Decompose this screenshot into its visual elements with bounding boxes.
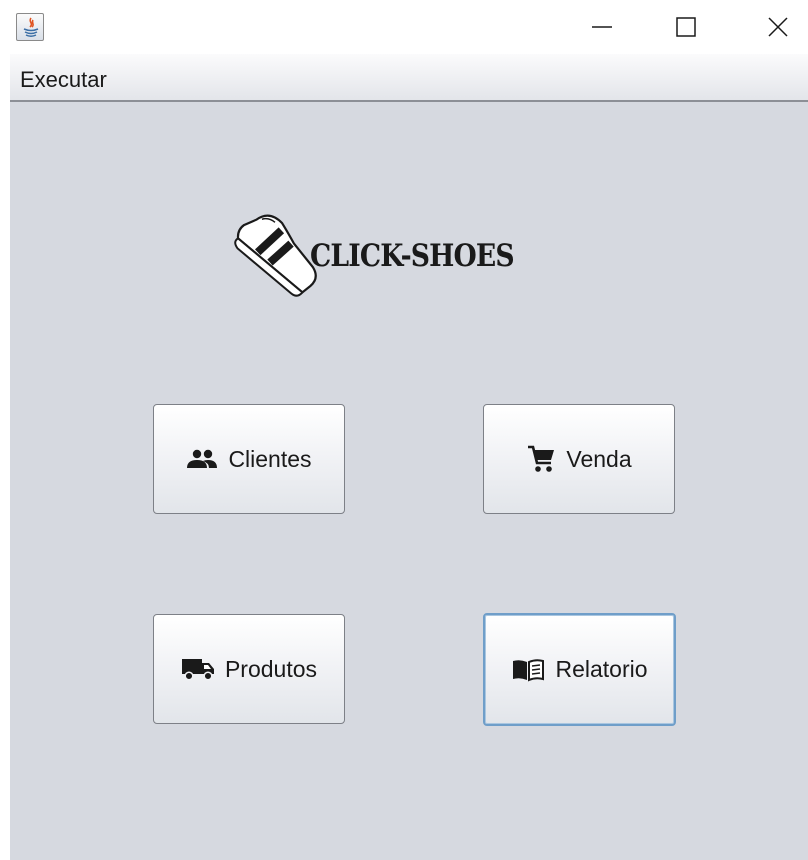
- relatorio-button[interactable]: Relatorio: [483, 613, 676, 726]
- maximize-button[interactable]: [656, 0, 716, 54]
- produtos-label: Produtos: [224, 655, 318, 682]
- title-bar: [0, 0, 808, 54]
- book-icon: [511, 658, 545, 682]
- people-icon: [186, 449, 218, 469]
- menu-executar[interactable]: Executar: [20, 67, 107, 93]
- menu-bar: Executar: [10, 54, 808, 102]
- logo: CLICK-SHOES: [220, 200, 520, 315]
- cart-icon: [526, 444, 556, 474]
- maximize-icon: [676, 17, 696, 37]
- logo-text: CLICK-SHOES: [310, 238, 515, 274]
- clientes-label: Clientes: [228, 445, 312, 472]
- truck-icon: [181, 657, 215, 681]
- minimize-icon: [592, 26, 612, 28]
- java-icon[interactable]: [16, 13, 44, 41]
- venda-button[interactable]: Venda: [483, 404, 675, 514]
- produtos-button[interactable]: Produtos: [153, 614, 345, 724]
- venda-label: Venda: [566, 445, 632, 472]
- close-icon: [768, 17, 788, 37]
- minimize-button[interactable]: [572, 0, 632, 54]
- close-button[interactable]: [748, 0, 808, 54]
- relatorio-label: Relatorio: [555, 656, 648, 682]
- main-panel: CLICK-SHOES Clientes Venda Produtos Rela…: [10, 102, 808, 860]
- clientes-button[interactable]: Clientes: [153, 404, 345, 514]
